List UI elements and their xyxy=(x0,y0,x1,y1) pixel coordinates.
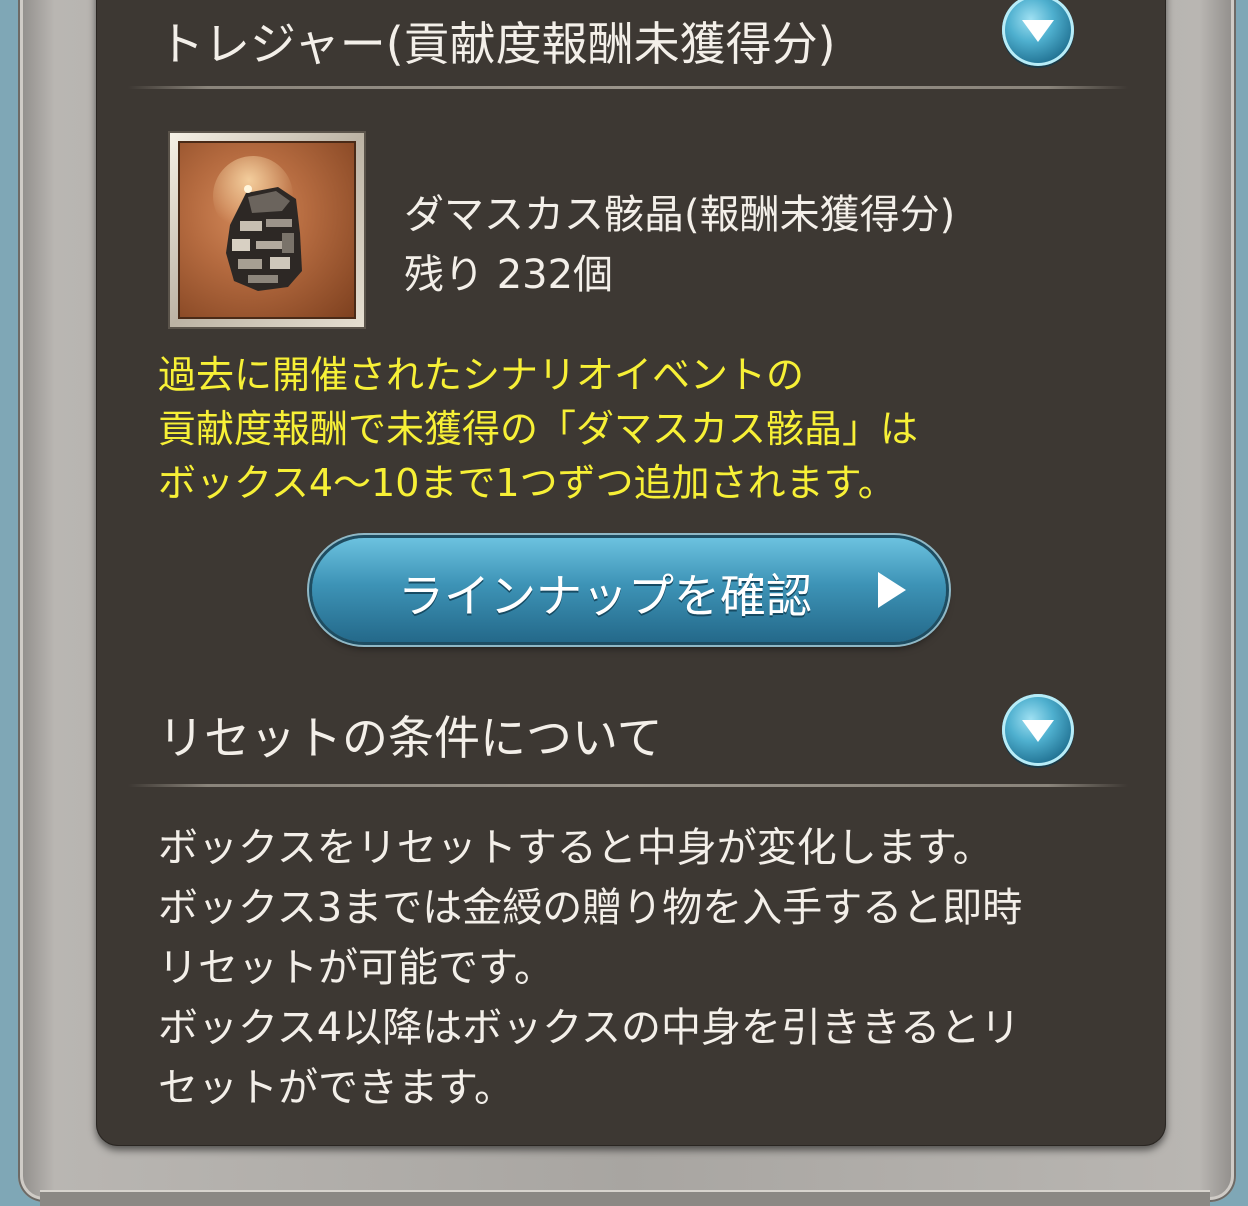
reset-section-header[interactable]: リセットの条件について xyxy=(96,694,1166,786)
item-thumbnail-background xyxy=(178,141,356,319)
reset-line: ボックス3までは金綬の贈り物を入手すると即時 xyxy=(158,885,1023,931)
reset-line: ボックスをリセットすると中身が変化します。 xyxy=(158,825,993,871)
content-panel: トレジャー(貢献度報酬未獲得分) ダマスカス骸晶(報酬未獲得分) 残り 232個… xyxy=(96,0,1166,1146)
notice-line: 過去に開催されたシナリオイベントの xyxy=(158,353,805,397)
frame-bottom-rail xyxy=(40,1190,1210,1206)
treasure-section-header[interactable]: トレジャー(貢献度報酬未獲得分) xyxy=(96,0,1166,90)
item-thumbnail xyxy=(170,133,364,327)
treasure-notice: 過去に開催されたシナリオイベントの 貢献度報酬で未獲得の「ダマスカス骸晶」は ボ… xyxy=(158,348,918,510)
reset-line: リセットが可能です。 xyxy=(158,945,554,991)
notice-line: 貢献度報酬で未獲得の「ダマスカス骸晶」は xyxy=(158,407,919,451)
damascus-crystal-icon xyxy=(213,156,302,291)
play-arrow-icon xyxy=(878,572,906,608)
item-name: ダマスカス骸晶(報酬未獲得分) xyxy=(404,192,956,238)
notice-line: ボックス4〜10まで1つずつ追加されます。 xyxy=(158,461,896,505)
item-remaining-count: 残り 232個 xyxy=(404,252,614,298)
reset-expand-button[interactable] xyxy=(1002,694,1074,766)
treasure-divider xyxy=(128,86,1128,89)
lineup-button[interactable]: ラインナップを確認 xyxy=(312,538,946,642)
reset-section-title: リセットの条件について xyxy=(158,711,663,765)
treasure-expand-button[interactable] xyxy=(1002,0,1074,66)
reset-line: ボックス4以降はボックスの中身を引ききるとリ xyxy=(158,1005,1021,1051)
reset-divider xyxy=(128,784,1128,787)
reset-description: ボックスをリセットすると中身が変化します。 ボックス3までは金綬の贈り物を入手す… xyxy=(158,818,1022,1118)
treasure-section-title: トレジャー(貢献度報酬未獲得分) xyxy=(158,17,836,71)
reset-line: セットができます。 xyxy=(158,1065,514,1111)
lineup-button-label: ラインナップを確認 xyxy=(398,569,812,623)
